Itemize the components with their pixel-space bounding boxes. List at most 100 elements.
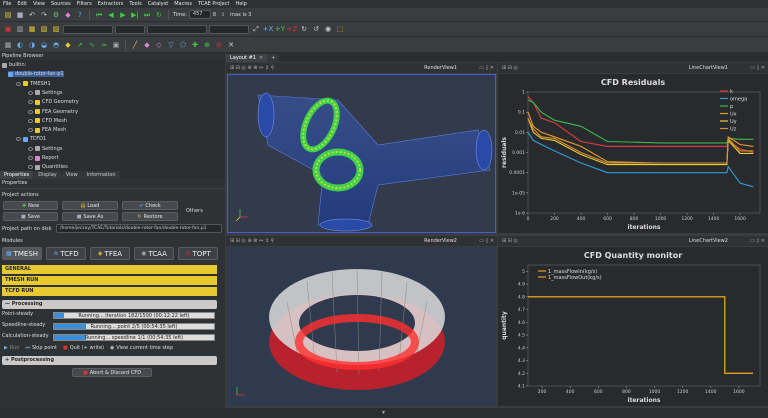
- representation-select[interactable]: [147, 24, 207, 34]
- last-frame-icon[interactable]: ⏭: [142, 10, 152, 20]
- solid-color-select[interactable]: [209, 24, 249, 34]
- pipeline-item[interactable]: CFD Geometry: [28, 99, 79, 105]
- menu-item-catalyst[interactable]: Catalyst: [148, 1, 169, 7]
- open-icon[interactable]: ▤: [3, 10, 13, 20]
- glyph-icon[interactable]: ➚: [75, 40, 85, 50]
- step-value[interactable]: 8: [213, 12, 216, 18]
- clear-selection-icon[interactable]: ✕: [226, 40, 236, 50]
- save-icon[interactable]: ■: [15, 10, 25, 20]
- eye-icon[interactable]: [28, 146, 33, 151]
- view-window-icons[interactable]: ▭ ▯ ✕: [750, 65, 765, 71]
- postprocessing-section[interactable]: + Postprocessing: [2, 356, 217, 365]
- render-view-1[interactable]: [227, 74, 496, 233]
- camera-icon[interactable]: ◉: [323, 24, 333, 34]
- clip-filter-icon[interactable]: ◑: [27, 40, 37, 50]
- tab-tcaa[interactable]: ◉ TCAA: [134, 247, 174, 260]
- grow-icon[interactable]: ⊕: [202, 40, 212, 50]
- menu-item-help[interactable]: Help: [235, 1, 246, 7]
- tab-tfea[interactable]: ◈ TFEA: [90, 247, 130, 260]
- next-frame-icon[interactable]: ▶|: [130, 10, 140, 20]
- pipeline-item[interactable]: double-rotor-fan-p1: [8, 71, 64, 78]
- view-time-step-button[interactable]: ◉ View current time step: [110, 345, 173, 351]
- calculator-icon[interactable]: ▦: [3, 40, 13, 50]
- quit-button[interactable]: ■ Quit (+ write): [63, 345, 104, 351]
- view-z-icon[interactable]: +Z: [287, 24, 298, 34]
- menu-item-file[interactable]: File: [3, 1, 11, 7]
- undo-icon[interactable]: ↶: [27, 10, 37, 20]
- interactive-select-icon[interactable]: ✚: [190, 40, 200, 50]
- tcfd-run-section[interactable]: TCFD RUN: [2, 287, 217, 296]
- menu-item-extractors[interactable]: Extractors: [98, 1, 124, 7]
- tab-topt[interactable]: ◎ TOPT: [178, 247, 218, 260]
- view-window-icons[interactable]: ▭ ▯ ✕: [479, 238, 494, 244]
- add-layout-tab[interactable]: +: [267, 53, 280, 62]
- render-view-2[interactable]: [227, 247, 496, 406]
- tab-information[interactable]: Information: [82, 171, 120, 179]
- chart-toolbar-icons[interactable]: ⊞ ⊟ ◎: [502, 238, 518, 244]
- redo-icon[interactable]: ↷: [39, 10, 49, 20]
- others-label[interactable]: Others: [186, 208, 203, 214]
- slice-icon[interactable]: ◒: [39, 40, 49, 50]
- menu-item-sources[interactable]: Sources: [51, 1, 71, 7]
- eye-icon[interactable]: [16, 137, 21, 142]
- menu-item-edit[interactable]: Edit: [17, 1, 27, 7]
- spin-icon[interactable]: ⇕: [218, 10, 228, 20]
- group-icon[interactable]: ▣: [111, 40, 121, 50]
- contour-icon[interactable]: ◐: [15, 40, 25, 50]
- tab-tcfd[interactable]: ≋ TCFD: [46, 247, 86, 260]
- prev-frame-icon[interactable]: ◀: [106, 10, 116, 20]
- tab-view[interactable]: View: [61, 171, 82, 179]
- pipeline-item[interactable]: Settings: [28, 90, 63, 96]
- general-section[interactable]: GENERAL: [2, 265, 217, 274]
- rotate-90-icon[interactable]: ↻: [299, 24, 309, 34]
- ruler-icon[interactable]: ╱: [130, 40, 140, 50]
- load-button[interactable]: ▤ Load: [62, 201, 118, 210]
- time-input[interactable]: 457: [188, 10, 211, 19]
- rescale-custom-icon[interactable]: ▧: [39, 24, 49, 34]
- save-as-button[interactable]: ■ Save As: [62, 212, 118, 221]
- frustum-icon[interactable]: ▽: [166, 40, 176, 50]
- eye-icon[interactable]: [28, 165, 33, 170]
- view-toolbar-icons[interactable]: ⊞ ⊟ ◎ ⊕ ⊗ ↔ ↕ ⚲: [230, 65, 274, 71]
- view-window-icons[interactable]: ▭ ▯ ✕: [479, 65, 494, 71]
- color-by-select[interactable]: [63, 24, 113, 34]
- menu-item-filters[interactable]: Filters: [77, 1, 92, 7]
- rotate-neg90-icon[interactable]: ↺: [311, 24, 321, 34]
- view-x-icon[interactable]: +X: [263, 24, 274, 34]
- tmesh-run-section[interactable]: TMESH RUN: [2, 276, 217, 285]
- extract-icon[interactable]: ◆: [63, 40, 73, 50]
- check-button[interactable]: ✔ Check: [122, 201, 178, 210]
- eye-icon[interactable]: [28, 156, 33, 160]
- eye-icon[interactable]: [28, 118, 33, 123]
- residuals-chart-view[interactable]: CFD Residuals 0 200 400 600 800 1000 1200 1400 16…: [498, 74, 768, 233]
- shrink-icon[interactable]: ⊖: [214, 40, 224, 50]
- rescale-icon[interactable]: ▦: [27, 24, 37, 34]
- layout-tab[interactable]: Layout #1 ✕: [226, 53, 268, 62]
- close-icon[interactable]: ✕: [259, 54, 263, 62]
- pipeline-item[interactable]: Settings: [28, 146, 63, 152]
- rescale-visible-icon[interactable]: ▨: [51, 24, 61, 34]
- chart-toolbar-icons[interactable]: ⊞ ⊟ ◎: [502, 65, 518, 71]
- pipeline-item[interactable]: FEA Mesh: [28, 127, 66, 133]
- eye-icon[interactable]: [28, 128, 33, 133]
- view-y-icon[interactable]: +Y: [275, 24, 285, 34]
- pipeline-item[interactable]: builtin:: [2, 62, 26, 68]
- abort-button[interactable]: ■ Abort & Discard CFD: [72, 368, 152, 377]
- pipeline-item[interactable]: TCFD1: [16, 136, 46, 142]
- pipeline-item[interactable]: Quantities: [28, 164, 68, 170]
- eye-icon[interactable]: [28, 109, 33, 114]
- restore-button[interactable]: ↻ Restore: [122, 212, 178, 221]
- menu-item-tcae-project[interactable]: TCAE Project: [198, 1, 230, 7]
- eye-icon[interactable]: [16, 81, 21, 86]
- pipeline-item[interactable]: CFD Mesh: [28, 118, 67, 124]
- menu-item-tools[interactable]: Tools: [129, 1, 141, 7]
- skip-point-button[interactable]: ⏭ Skip point: [25, 345, 57, 351]
- save-button[interactable]: ■ Save: [3, 212, 58, 221]
- eye-icon[interactable]: [28, 100, 33, 105]
- loop-icon[interactable]: ↻: [154, 10, 164, 20]
- view-window-icons[interactable]: ▭ ▯ ✕: [750, 238, 765, 244]
- processing-section[interactable]: — Processing: [2, 300, 217, 309]
- surface-select-icon[interactable]: ◆: [142, 40, 152, 50]
- pipeline-item[interactable]: FEA Geometry: [28, 109, 78, 115]
- select-icon[interactable]: ⬚: [335, 24, 345, 34]
